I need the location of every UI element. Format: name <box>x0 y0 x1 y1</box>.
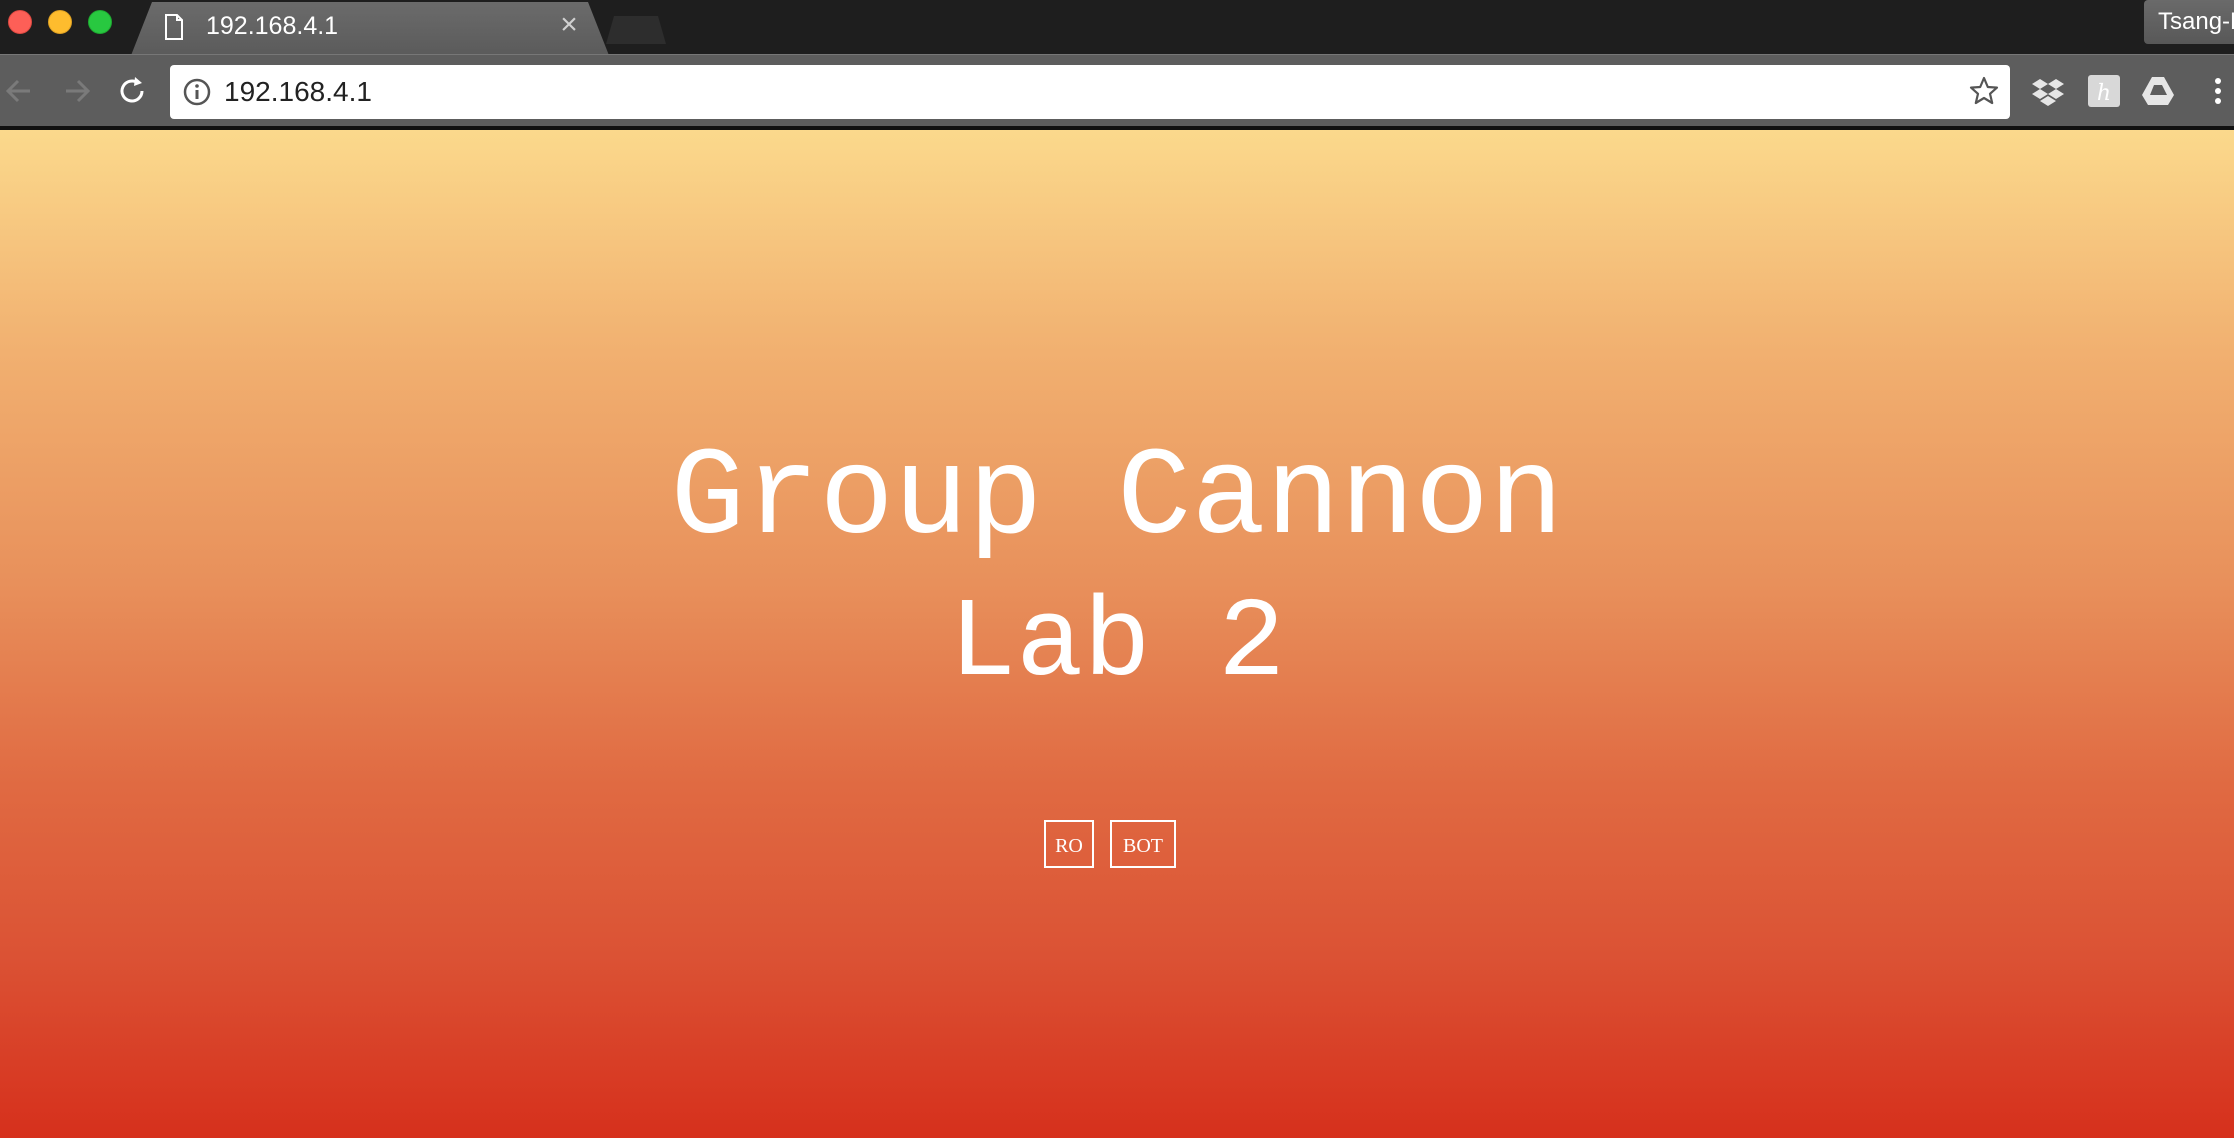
document-icon <box>165 14 183 40</box>
new-tab-button[interactable] <box>606 16 666 44</box>
tab-strip: 192.168.4.1 × Tsang-Kai <box>0 0 2234 58</box>
page-content: Group Cannon Lab 2 RO BOT <box>0 130 2234 1138</box>
window-close-button[interactable] <box>8 10 32 34</box>
address-bar[interactable]: 192.168.4.1 <box>170 65 2010 119</box>
google-drive-icon[interactable] <box>2140 73 2176 109</box>
profile-name: Tsang-Kai <box>2158 8 2234 35</box>
bot-button[interactable]: BOT <box>1110 820 1176 868</box>
page-title: Group Cannon <box>670 430 1564 570</box>
svg-text:h: h <box>2097 81 2111 106</box>
info-icon[interactable] <box>182 77 212 107</box>
menu-icon[interactable] <box>2200 73 2234 109</box>
back-icon[interactable] <box>0 71 40 111</box>
forward-icon[interactable] <box>58 71 98 111</box>
reload-icon[interactable] <box>112 71 152 111</box>
dropbox-icon[interactable] <box>2030 73 2066 109</box>
tab-close-icon[interactable]: × <box>554 10 584 40</box>
url-text[interactable]: 192.168.4.1 <box>224 76 372 108</box>
active-tab[interactable]: 192.168.4.1 × <box>130 2 610 58</box>
browser-window: 192.168.4.1 × Tsang-Kai 192.168.4.1 <box>0 0 2234 1138</box>
bookmark-star-icon[interactable] <box>1968 75 2000 107</box>
ro-button[interactable]: RO <box>1044 820 1094 868</box>
tab-title: 192.168.4.1 <box>206 12 339 40</box>
window-minimize-button[interactable] <box>48 10 72 34</box>
profile-button[interactable]: Tsang-Kai <box>2144 0 2234 44</box>
honey-icon[interactable]: h <box>2086 73 2122 109</box>
window-maximize-button[interactable] <box>88 10 112 34</box>
page-subtitle: Lab 2 <box>948 581 1286 708</box>
browser-toolbar: 192.168.4.1 h <box>0 54 2234 127</box>
